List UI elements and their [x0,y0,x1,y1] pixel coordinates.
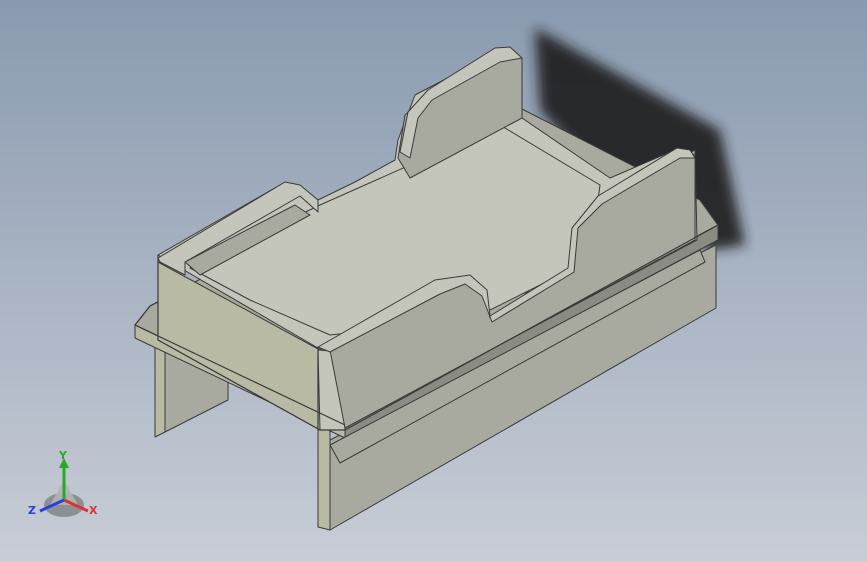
triad-z-label: Z [28,504,36,517]
triad-y-label: Y [59,449,67,462]
left-leg [154,339,166,438]
right-leg-front [317,429,331,531]
3d-viewport[interactable]: Y X Z [0,0,867,562]
triad-x-label: X [89,504,98,517]
viewport-canvas[interactable] [0,0,867,562]
